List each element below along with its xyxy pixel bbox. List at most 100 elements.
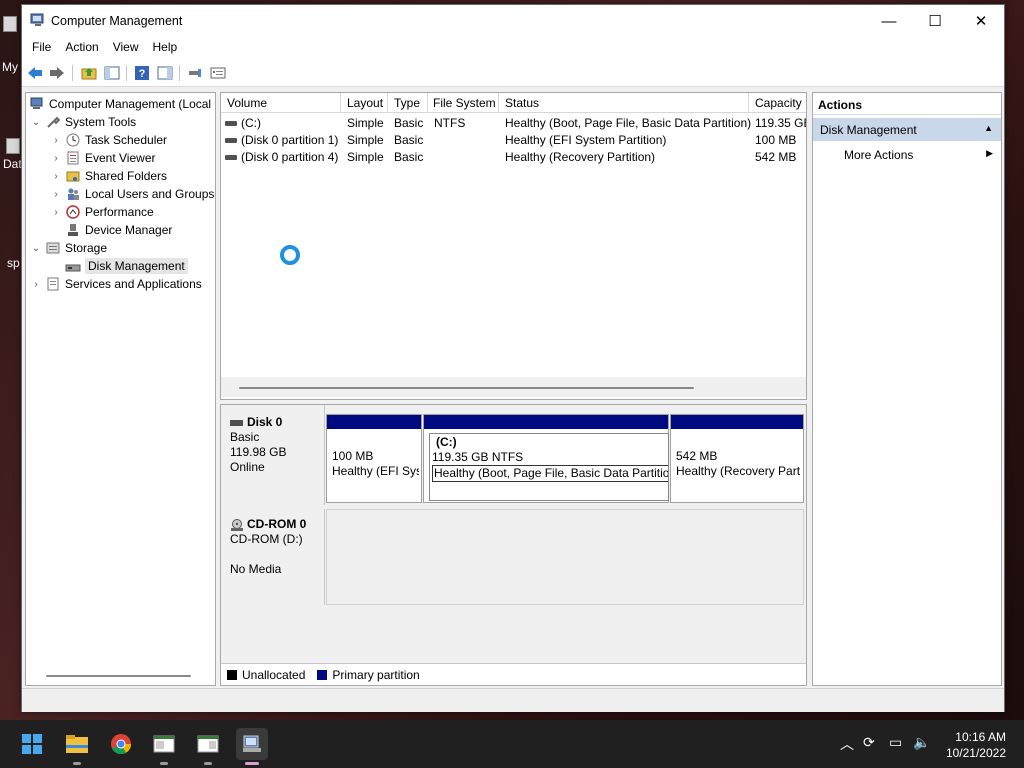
column-header-status[interactable]: Status: [505, 96, 539, 110]
drive-icon: [225, 138, 237, 144]
window-title: Computer Management: [51, 14, 183, 28]
partition-size: 119.35 GB NTFS: [432, 450, 524, 464]
disk-icon: [230, 419, 243, 426]
tree-item-shared-folders[interactable]: › Shared Folders: [50, 167, 167, 185]
connect-button[interactable]: [186, 65, 204, 81]
collapsed-arrow-icon[interactable]: ›: [50, 153, 62, 164]
toolbar-separator: [179, 65, 180, 81]
help-button[interactable]: ?: [133, 65, 151, 81]
tree-item-task-scheduler[interactable]: › Task Scheduler: [50, 131, 167, 149]
scrollbar-thumb[interactable]: [239, 387, 694, 389]
display-icon[interactable]: ▭: [889, 734, 902, 751]
menu-view[interactable]: View: [107, 37, 145, 59]
column-header-volume[interactable]: Volume: [227, 96, 267, 110]
column-header-type[interactable]: Type: [394, 96, 420, 110]
tree-item-storage[interactable]: ⌄ Storage: [30, 239, 107, 257]
column-header-capacity[interactable]: Capacity: [755, 96, 802, 110]
show-hide-action-pane-button[interactable]: [156, 65, 174, 81]
up-folder-button[interactable]: [80, 65, 98, 81]
start-button[interactable]: [16, 728, 48, 760]
volume-list-header: Volume Layout Type File System Status Ca…: [221, 93, 806, 113]
type-cell: Basic: [394, 133, 424, 147]
storage-icon: [45, 240, 61, 256]
toolbar-separator: [126, 65, 127, 81]
table-row[interactable]: (Disk 0 partition 4) Simple Basic Health…: [221, 149, 806, 166]
column-divider[interactable]: [340, 93, 341, 112]
status-cell: Healthy (EFI System Partition): [505, 133, 667, 147]
performance-icon: [65, 204, 81, 220]
volume-list-horizontal-scrollbar[interactable]: [221, 377, 806, 397]
tree-item-device-manager[interactable]: Device Manager: [65, 221, 172, 239]
table-row[interactable]: (C:) Simple Basic NTFS Healthy (Boot, Pa…: [221, 115, 806, 132]
show-hidden-icons-chevron-icon[interactable]: ︿: [840, 734, 854, 754]
disk-size: 119.98 GB: [230, 445, 287, 459]
mmc-window-icon: [197, 735, 219, 753]
column-divider[interactable]: [387, 93, 388, 112]
table-row[interactable]: (Disk 0 partition 1) Simple Basic Health…: [221, 132, 806, 149]
tree-item-local-users-and-groups[interactable]: › Local Users and Groups: [50, 185, 214, 203]
collapsed-arrow-icon[interactable]: ›: [50, 207, 62, 218]
column-divider[interactable]: [427, 93, 428, 112]
file-explorer-icon: [66, 735, 88, 753]
taskbar-computer-management[interactable]: [236, 728, 268, 765]
taskbar-file-explorer[interactable]: [61, 728, 93, 765]
collapsed-arrow-icon[interactable]: ›: [50, 189, 62, 200]
tree-item-disk-management[interactable]: Disk Management: [65, 257, 188, 275]
sync-icon[interactable]: ⟳: [863, 734, 875, 751]
forward-button[interactable]: [48, 65, 66, 81]
desktop-icon[interactable]: [3, 16, 17, 32]
column-header-file-system[interactable]: File System: [433, 96, 496, 110]
actions-section-disk-management[interactable]: Disk Management ▲: [813, 118, 1001, 141]
partition-recovery[interactable]: 542 MB Healthy (Recovery Part: [670, 414, 804, 503]
services-icon: [45, 276, 61, 292]
properties-button[interactable]: [209, 65, 227, 81]
partition-size: 542 MB: [676, 449, 718, 463]
minimize-button[interactable]: —: [866, 5, 912, 37]
tree-item-performance[interactable]: › Performance: [50, 203, 153, 221]
partition-status: Healthy (Boot, Page File, Basic Data Par…: [432, 465, 668, 482]
taskbar-app-window-1[interactable]: [148, 728, 180, 765]
collapsed-arrow-icon[interactable]: ›: [30, 279, 42, 290]
cdrom-0-label[interactable]: CD-ROM 0 CD-ROM (D:) No Media: [221, 509, 325, 605]
event-viewer-icon: [65, 150, 81, 166]
taskbar-app-window-2[interactable]: [192, 728, 224, 765]
partition-efi[interactable]: 100 MB Healthy (EFI Sys: [326, 414, 422, 503]
back-button[interactable]: [26, 65, 44, 81]
title-bar[interactable]: Computer Management — ☐ ✕: [22, 5, 1004, 37]
expanded-arrow-icon[interactable]: ⌄: [30, 243, 42, 254]
show-hide-tree-button[interactable]: [103, 65, 121, 81]
disk-0-label[interactable]: Disk 0 Basic 119.98 GB Online: [221, 405, 325, 505]
legend-unallocated: Unallocated: [242, 667, 306, 682]
status-cell: Healthy (Recovery Partition): [505, 150, 656, 164]
users-icon: [65, 186, 81, 202]
tree-horizontal-scrollbar[interactable]: [46, 675, 191, 677]
computer-management-icon: [243, 735, 261, 752]
actions-pane: Actions Disk Management ▲ More Actions ▶: [812, 92, 1002, 686]
close-button[interactable]: ✕: [958, 5, 1004, 37]
menu-action[interactable]: Action: [59, 37, 104, 59]
tree-item-computer-management[interactable]: Computer Management (Local: [29, 95, 211, 113]
more-actions-item[interactable]: More Actions ▶: [813, 143, 1001, 165]
volume-icon[interactable]: 🔈: [913, 734, 930, 751]
expanded-arrow-icon[interactable]: ⌄: [30, 117, 42, 128]
partition-c[interactable]: (C:) 119.35 GB NTFS Healthy (Boot, Page …: [423, 414, 669, 503]
action-pane-icon: [157, 66, 173, 80]
clock-icon: [65, 132, 81, 148]
cdrom-media: No Media: [230, 562, 282, 576]
collapse-up-icon[interactable]: ▲: [984, 123, 993, 133]
tree-item-event-viewer[interactable]: › Event Viewer: [50, 149, 155, 167]
maximize-button[interactable]: ☐: [912, 5, 958, 37]
column-divider[interactable]: [748, 93, 749, 112]
tree-item-services-and-applications[interactable]: › Services and Applications: [30, 275, 201, 293]
column-divider[interactable]: [498, 93, 499, 112]
running-indicator: [73, 762, 81, 765]
clock[interactable]: 10:16 AM 10/21/2022: [946, 729, 1006, 761]
collapsed-arrow-icon[interactable]: ›: [50, 135, 62, 146]
menu-file[interactable]: File: [26, 37, 57, 59]
desktop-icon[interactable]: [6, 138, 20, 154]
taskbar-chrome[interactable]: [105, 728, 137, 760]
menu-help[interactable]: Help: [147, 37, 184, 59]
tree-item-system-tools[interactable]: ⌄ System Tools: [30, 113, 136, 131]
column-header-layout[interactable]: Layout: [347, 96, 383, 110]
collapsed-arrow-icon[interactable]: ›: [50, 171, 62, 182]
